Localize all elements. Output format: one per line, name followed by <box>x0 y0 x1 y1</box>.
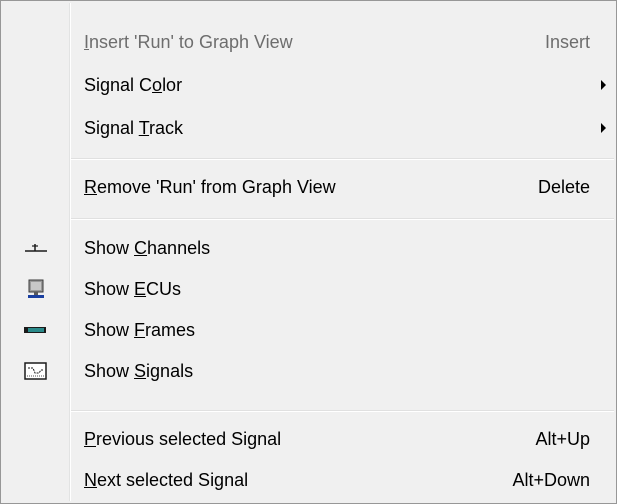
menu-item-show-ecus[interactable]: Show ECUs <box>3 269 614 309</box>
signal-chart-icon <box>23 360 49 382</box>
menu-item-label: Show Channels <box>84 238 211 258</box>
frame-icon <box>23 319 49 341</box>
submenu-arrow-icon <box>601 123 606 133</box>
menu-item-label: Insert 'Run' to Graph View <box>84 32 293 52</box>
menu-item-show-frames[interactable]: Show Frames <box>3 310 614 350</box>
menu-item-show-channels[interactable]: Show Channels <box>3 228 614 268</box>
channel-icon <box>23 237 49 259</box>
shortcut-label: Alt+Up <box>535 429 590 449</box>
menu-item-label: Previous selected Signal <box>84 429 282 449</box>
menu-item-label: Signal Track <box>84 118 184 138</box>
menu-item-label: Next selected Signal <box>84 470 249 490</box>
menu-item-show-signals[interactable]: Show Signals <box>3 351 614 391</box>
submenu-arrow-icon <box>601 80 606 90</box>
menu-item-signal-color[interactable]: Signal Color <box>3 65 614 105</box>
menu-separator <box>71 158 614 160</box>
menu-item-previous-signal[interactable]: Previous selected Signal Alt+Up <box>3 419 614 459</box>
context-menu: Insert 'Run' to Graph View Insert Signal… <box>0 0 617 504</box>
menu-item-label: Signal Color <box>84 75 183 95</box>
shortcut-label: Insert <box>544 32 590 52</box>
menu-item-signal-track[interactable]: Signal Track <box>3 108 614 148</box>
menu-item-insert-run[interactable]: Insert 'Run' to Graph View Insert <box>3 22 614 62</box>
menu-item-label: Remove 'Run' from Graph View <box>84 177 336 197</box>
shortcut-label: Alt+Down <box>512 470 590 490</box>
menu-item-remove-run[interactable]: Remove 'Run' from Graph View Delete <box>3 167 614 207</box>
menu-separator <box>71 410 614 412</box>
menu-item-label: Show Signals <box>84 361 194 381</box>
menu-item-next-signal[interactable]: Next selected Signal Alt+Down <box>3 460 614 500</box>
menu-item-label: Show ECUs <box>84 279 182 299</box>
shortcut-label: Delete <box>537 177 590 197</box>
ecu-monitor-icon <box>23 278 49 300</box>
menu-item-label: Show Frames <box>84 320 196 340</box>
menu-separator <box>71 218 614 220</box>
